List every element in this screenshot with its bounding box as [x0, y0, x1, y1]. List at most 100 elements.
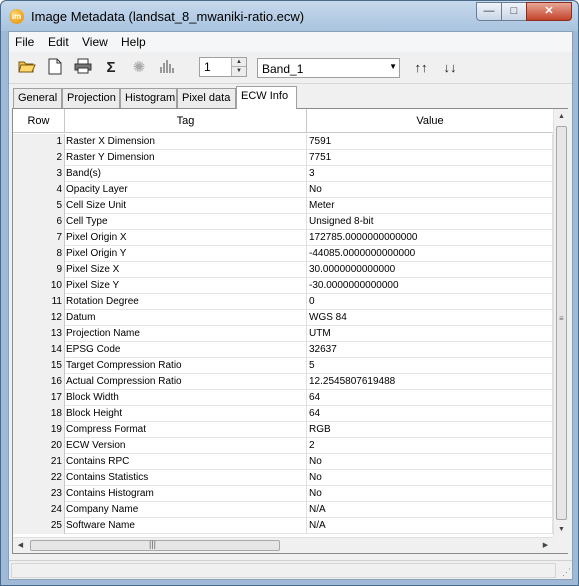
- menu-view[interactable]: View: [82, 35, 108, 49]
- column-header-value[interactable]: Value: [307, 109, 553, 133]
- row-number-cell[interactable]: 10: [13, 278, 65, 294]
- tag-cell[interactable]: Contains Histogram: [65, 486, 307, 502]
- value-cell[interactable]: 2: [307, 438, 553, 454]
- table-row[interactable]: 19 Compress Format RGB: [13, 422, 553, 438]
- value-cell[interactable]: -30.0000000000000: [307, 278, 553, 294]
- row-number-cell[interactable]: 7: [13, 230, 65, 246]
- row-number-cell[interactable]: 9: [13, 262, 65, 278]
- tag-cell[interactable]: Projection Name: [65, 326, 307, 342]
- tab-general[interactable]: General: [13, 88, 62, 108]
- menu-help[interactable]: Help: [121, 35, 146, 49]
- value-cell[interactable]: 7751: [307, 150, 553, 166]
- value-cell[interactable]: 7591: [307, 134, 553, 150]
- table-row[interactable]: 2 Raster Y Dimension 7751: [13, 150, 553, 166]
- spinner-up-button[interactable]: ▲: [231, 58, 246, 67]
- row-number-cell[interactable]: 6: [13, 214, 65, 230]
- table-row[interactable]: 10 Pixel Size Y -30.0000000000000: [13, 278, 553, 294]
- resize-grip-icon[interactable]: ⋰: [562, 567, 571, 578]
- gear-icon[interactable]: ✺: [129, 58, 149, 78]
- print-icon[interactable]: [73, 58, 93, 78]
- minimize-button[interactable]: —: [476, 2, 502, 21]
- menu-edit[interactable]: Edit: [48, 35, 69, 49]
- maximize-button[interactable]: □: [501, 2, 527, 21]
- row-number-cell[interactable]: 4: [13, 182, 65, 198]
- value-cell[interactable]: WGS 84: [307, 310, 553, 326]
- row-number-cell[interactable]: 21: [13, 454, 65, 470]
- value-cell[interactable]: 5: [307, 358, 553, 374]
- tag-cell[interactable]: Contains RPC: [65, 454, 307, 470]
- tag-cell[interactable]: Actual Compression Ratio: [65, 374, 307, 390]
- new-document-icon[interactable]: [45, 58, 65, 78]
- tag-cell[interactable]: ECW Version: [65, 438, 307, 454]
- table-row[interactable]: 20 ECW Version 2: [13, 438, 553, 454]
- tab-pixel-data[interactable]: Pixel data: [177, 88, 236, 108]
- value-cell[interactable]: Meter: [307, 198, 553, 214]
- row-number-cell[interactable]: 12: [13, 310, 65, 326]
- table-row[interactable]: 6 Cell Type Unsigned 8-bit: [13, 214, 553, 230]
- table-row[interactable]: 22 Contains Statistics No: [13, 470, 553, 486]
- value-cell[interactable]: No: [307, 182, 553, 198]
- row-number-cell[interactable]: 19: [13, 422, 65, 438]
- tag-cell[interactable]: Cell Size Unit: [65, 198, 307, 214]
- tag-cell[interactable]: Raster X Dimension: [65, 134, 307, 150]
- tag-cell[interactable]: Software Name: [65, 518, 307, 534]
- value-cell[interactable]: 64: [307, 406, 553, 422]
- row-number-cell[interactable]: 16: [13, 374, 65, 390]
- tag-cell[interactable]: Opacity Layer: [65, 182, 307, 198]
- row-number-cell[interactable]: 24: [13, 502, 65, 518]
- value-cell[interactable]: N/A: [307, 518, 553, 534]
- table-row[interactable]: 12 Datum WGS 84: [13, 310, 553, 326]
- table-row[interactable]: 21 Contains RPC No: [13, 454, 553, 470]
- row-number-cell[interactable]: 11: [13, 294, 65, 310]
- value-cell[interactable]: UTM: [307, 326, 553, 342]
- row-number-cell[interactable]: 20: [13, 438, 65, 454]
- row-number-cell[interactable]: 13: [13, 326, 65, 342]
- value-cell[interactable]: Unsigned 8-bit: [307, 214, 553, 230]
- tag-cell[interactable]: Pixel Size Y: [65, 278, 307, 294]
- spinner-value[interactable]: 1: [204, 60, 211, 74]
- vertical-scroll-thumb[interactable]: ≡: [556, 126, 567, 520]
- value-cell[interactable]: No: [307, 470, 553, 486]
- tag-cell[interactable]: Raster Y Dimension: [65, 150, 307, 166]
- value-cell[interactable]: No: [307, 454, 553, 470]
- tag-cell[interactable]: Pixel Size X: [65, 262, 307, 278]
- tab-ecw-info[interactable]: ECW Info: [236, 86, 297, 109]
- value-cell[interactable]: N/A: [307, 502, 553, 518]
- row-number-cell[interactable]: 8: [13, 246, 65, 262]
- scroll-right-button[interactable]: ▶: [538, 538, 553, 554]
- table-row[interactable]: 3 Band(s) 3: [13, 166, 553, 182]
- value-cell[interactable]: No: [307, 486, 553, 502]
- title-bar[interactable]: im Image Metadata (landsat_8_mwaniki-rat…: [1, 1, 578, 31]
- value-cell[interactable]: 32637: [307, 342, 553, 358]
- table-row[interactable]: 18 Block Height 64: [13, 406, 553, 422]
- sort-ascending-icon[interactable]: ↑↑: [411, 58, 431, 78]
- scroll-down-button[interactable]: ▼: [554, 522, 569, 537]
- table-row[interactable]: 25 Software Name N/A: [13, 518, 553, 534]
- value-cell[interactable]: 64: [307, 390, 553, 406]
- histogram-icon[interactable]: [157, 58, 177, 78]
- band-number-spinner[interactable]: 1 ▲ ▼: [199, 57, 247, 77]
- table-row[interactable]: 4 Opacity Layer No: [13, 182, 553, 198]
- tag-cell[interactable]: Block Width: [65, 390, 307, 406]
- horizontal-scrollbar[interactable]: ◀ ||| ▶: [13, 537, 553, 553]
- tab-projection[interactable]: Projection: [62, 88, 120, 108]
- close-button[interactable]: ✕: [526, 2, 572, 21]
- spinner-down-button[interactable]: ▼: [231, 67, 246, 76]
- value-cell[interactable]: 30.0000000000000: [307, 262, 553, 278]
- row-number-cell[interactable]: 17: [13, 390, 65, 406]
- table-row[interactable]: 16 Actual Compression Ratio 12.25458076194…: [13, 374, 553, 390]
- sort-descending-icon[interactable]: ↓↓: [440, 58, 460, 78]
- sigma-icon[interactable]: Σ: [101, 58, 121, 78]
- tag-cell[interactable]: Target Compression Ratio: [65, 358, 307, 374]
- row-number-cell[interactable]: 2: [13, 150, 65, 166]
- row-number-cell[interactable]: 1: [13, 134, 65, 150]
- tag-cell[interactable]: Compress Format: [65, 422, 307, 438]
- row-number-cell[interactable]: 25: [13, 518, 65, 534]
- row-number-cell[interactable]: 14: [13, 342, 65, 358]
- column-header-tag[interactable]: Tag: [65, 109, 307, 133]
- table-row[interactable]: 8 Pixel Origin Y -44085.0000000000000: [13, 246, 553, 262]
- band-select[interactable]: Band_1 ▼: [257, 58, 400, 78]
- value-cell[interactable]: 3: [307, 166, 553, 182]
- scroll-left-button[interactable]: ◀: [13, 538, 28, 554]
- row-number-cell[interactable]: 18: [13, 406, 65, 422]
